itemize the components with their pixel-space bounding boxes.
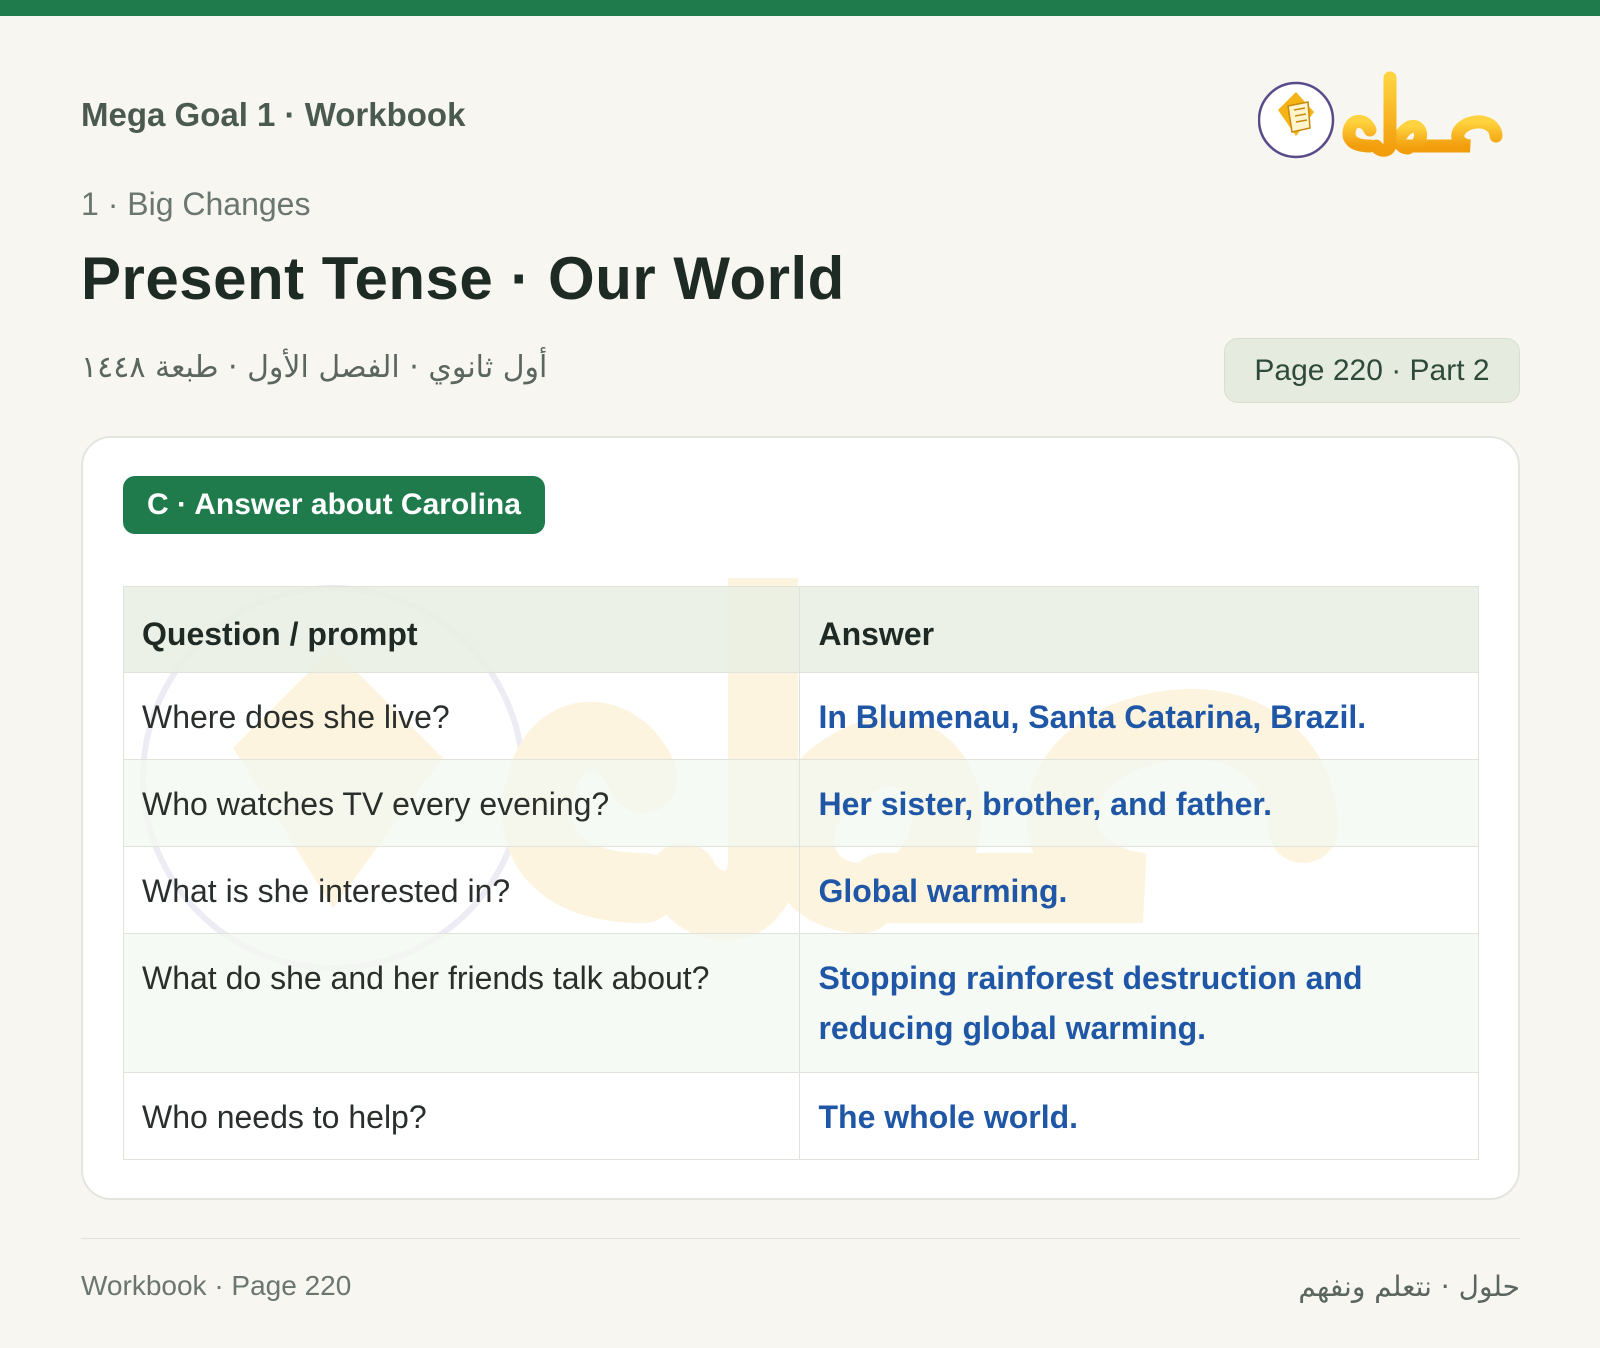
answer-cell: The whole world. (799, 1072, 1479, 1160)
answers-table: Question / prompt Answer Where does she … (122, 586, 1479, 1160)
unit-label: 1 · Big Changes (81, 186, 311, 222)
exercise-card: C · Answer about Carolina Question / pro… (81, 436, 1520, 1200)
answer-cell: Her sister, brother, and father. (799, 759, 1479, 847)
answer-cell: Global warming. (799, 846, 1479, 934)
book-icon (1258, 81, 1335, 159)
table-row: What do she and her friends talk about? … (122, 933, 1479, 1073)
arabic-grade-info: أول ثانوي · الفصل الأول · طبعة ١٤٤٨ (81, 350, 548, 385)
table-row: Who needs to help? The whole world. (122, 1072, 1479, 1160)
logo-wordmark (1342, 71, 1503, 157)
table-header-row: Question / prompt Answer (122, 586, 1479, 673)
table-row: What is she interested in? Global warmin… (122, 846, 1479, 934)
footer-divider (81, 1238, 1520, 1239)
table-row: Where does she live? In Blumenau, Santa … (122, 672, 1479, 760)
question-cell: What is she interested in? (122, 846, 801, 934)
footer-page-label: Workbook · Page 220 (81, 1270, 352, 1301)
answer-cell: In Blumenau, Santa Catarina, Brazil. (799, 672, 1479, 760)
hulul-logo (1258, 71, 1503, 159)
table-row: Who watches TV every evening? Her sister… (122, 759, 1479, 847)
section-label: C · Answer about Carolina (123, 476, 545, 534)
question-cell: What do she and her friends talk about? (122, 933, 801, 1073)
question-cell: Where does she live? (122, 672, 801, 760)
page-badge: Page 220 · Part 2 (1224, 338, 1520, 403)
footer-brand-tagline: حلول · نتعلم ونفهم (1298, 1270, 1520, 1303)
header-question: Question / prompt (122, 586, 801, 673)
question-cell: Who watches TV every evening? (122, 759, 801, 847)
answer-cell: Stopping rainforest destruction and redu… (799, 933, 1479, 1073)
header-answer: Answer (799, 586, 1479, 673)
question-cell: Who needs to help? (122, 1072, 801, 1160)
book-subtitle: Mega Goal 1 · Workbook (81, 96, 466, 133)
page-title: Present Tense · Our World (81, 245, 845, 312)
top-accent-bar (0, 0, 1600, 16)
